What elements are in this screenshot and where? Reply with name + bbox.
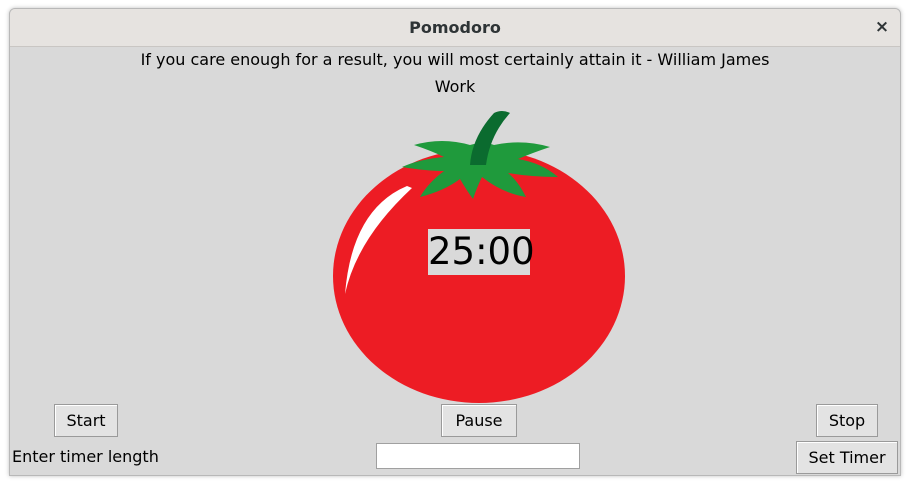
window-title: Pomodoro — [409, 18, 501, 37]
quote-text: If you care enough for a result, you wil… — [140, 50, 770, 69]
start-button[interactable]: Start — [54, 404, 118, 437]
timer-length-label: Enter timer length — [12, 447, 159, 466]
mode-label: Work — [434, 77, 476, 96]
timer-display: 25:00 — [428, 229, 535, 275]
stop-button[interactable]: Stop — [816, 404, 878, 437]
close-icon[interactable]: × — [872, 17, 892, 37]
tomato-body — [333, 149, 625, 403]
timer-length-input[interactable] — [376, 443, 580, 469]
pause-button[interactable]: Pause — [441, 404, 517, 437]
pomodoro-window: Pomodoro × If you care enough for a resu… — [9, 8, 901, 476]
title-bar: Pomodoro × — [10, 9, 900, 47]
set-timer-button[interactable]: Set Timer — [796, 441, 898, 474]
